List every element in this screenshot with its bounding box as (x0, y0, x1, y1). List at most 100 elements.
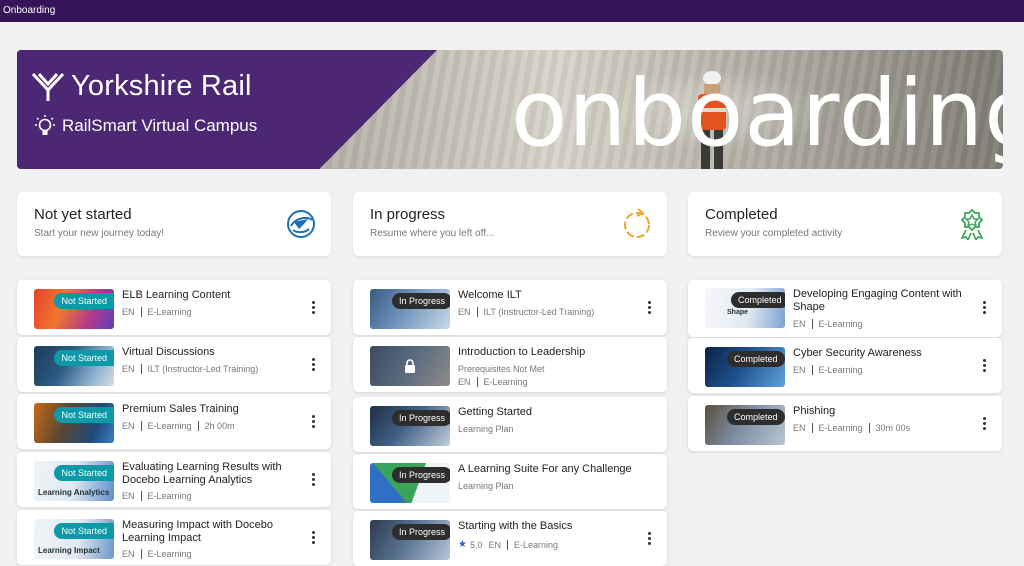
course-card[interactable]: Completed Cyber Security Awareness EN E-… (688, 338, 1002, 393)
more-options-icon[interactable] (983, 359, 986, 372)
course-card[interactable]: In Progress Starting with the Basics ★ 5… (353, 511, 667, 566)
more-options-icon[interactable] (312, 301, 315, 314)
course-kind: Learning Plan (458, 424, 514, 434)
more-options-icon[interactable] (312, 358, 315, 371)
hero-banner: Yorkshire Rail RailSmart Virtual Campus … (17, 50, 1003, 169)
course-title: Welcome ILT (458, 289, 522, 301)
status-badge: In Progress (392, 293, 450, 309)
more-options-icon[interactable] (648, 532, 651, 545)
app-title: Onboarding (3, 5, 56, 16)
course-thumbnail: Not Started (34, 346, 114, 386)
course-thumbnail: Completed (705, 347, 785, 387)
course-thumbnail: Completed Shape (705, 288, 785, 328)
course-card[interactable]: Not Started Learning Analytics Evaluatin… (17, 452, 331, 507)
course-type: E-Learning (147, 549, 192, 559)
course-card[interactable]: In Progress Welcome ILT EN ILT (Instruct… (353, 280, 667, 335)
course-rating: 5.0 (469, 539, 483, 550)
course-meta: EN ILT (Instructor-Led Training) (458, 307, 594, 317)
course-card[interactable]: Completed Phishing EN E-Learning 30m 00s (688, 396, 1002, 451)
course-language: EN (458, 377, 471, 387)
column-title: In progress (370, 206, 446, 223)
yorkshire-rail-logo-icon (31, 72, 65, 101)
course-language: EN (793, 365, 806, 375)
course-card[interactable]: In Progress A Learning Suite For any Cha… (353, 454, 667, 509)
course-type: E-Learning (818, 423, 863, 433)
course-thumbnail: Not Started (34, 403, 114, 443)
course-title: Cyber Security Awareness (793, 347, 922, 359)
course-card[interactable]: Introduction to Leadership Prerequisites… (353, 337, 667, 392)
course-title: Introduction to Leadership (458, 346, 586, 358)
course-duration: 2h 00m (204, 421, 235, 431)
status-badge: Not Started (54, 293, 114, 309)
course-title: ELB Learning Content (122, 289, 231, 301)
course-type: E-Learning (483, 377, 528, 387)
status-badge: In Progress (392, 467, 450, 483)
course-title: Virtual Discussions (122, 346, 215, 358)
more-options-icon[interactable] (312, 473, 315, 486)
more-options-icon[interactable] (312, 531, 315, 544)
course-thumbnail: In Progress (370, 406, 450, 446)
course-card[interactable]: Completed Shape Developing Engaging Cont… (688, 280, 1002, 337)
brand-logo: Yorkshire Rail (31, 70, 252, 103)
course-language: EN (793, 319, 806, 329)
more-options-icon[interactable] (983, 301, 986, 314)
column-subtitle: Resume where you left off... (370, 228, 495, 239)
course-language: EN (122, 549, 135, 559)
course-thumbnail (370, 346, 450, 386)
status-badge: Completed (727, 351, 785, 367)
campus-label: RailSmart Virtual Campus (34, 114, 257, 138)
course-language: EN (122, 491, 135, 501)
more-options-icon[interactable] (648, 301, 651, 314)
status-badge: Not Started (54, 465, 114, 481)
course-card[interactable]: Not Started Learning Impact Measuring Im… (17, 510, 331, 565)
column-header-not-started: Not yet started Start your new journey t… (17, 192, 331, 256)
thumbnail-caption: Shape (727, 309, 749, 316)
course-meta: EN E-Learning (122, 491, 192, 501)
banner-headline: onboarding (511, 60, 1003, 167)
course-thumbnail: In Progress (370, 520, 450, 560)
course-thumbnail: Not Started (34, 289, 114, 329)
course-card[interactable]: Not Started Premium Sales Training EN E-… (17, 394, 331, 449)
course-meta: EN E-Learning 30m 00s (793, 423, 910, 433)
prerequisites-status: Prerequisites Not Met (458, 364, 545, 374)
course-thumbnail: Not Started Learning Analytics (34, 461, 114, 501)
course-type: E-Learning (514, 539, 559, 550)
course-title: Developing Engaging Content with Shape (793, 288, 962, 313)
status-badge: Completed (731, 292, 785, 308)
course-duration: 30m 00s (875, 423, 911, 433)
status-badge: In Progress (392, 524, 450, 540)
course-type: ILT (Instructor-Led Training) (147, 364, 259, 374)
course-type: E-Learning (818, 319, 863, 329)
course-meta: EN E-Learning (122, 307, 192, 317)
course-type: E-Learning (147, 421, 192, 431)
more-options-icon[interactable] (312, 415, 315, 428)
campus-name: RailSmart Virtual Campus (62, 116, 258, 135)
course-type: E-Learning (147, 307, 192, 317)
course-language: EN (793, 423, 806, 433)
brand-name: Yorkshire Rail (71, 70, 252, 102)
plane-globe-icon (287, 210, 315, 238)
course-language: EN (122, 421, 135, 431)
status-badge: In Progress (392, 410, 450, 426)
course-thumbnail: Completed (705, 405, 785, 445)
course-thumbnail: In Progress (370, 463, 450, 503)
course-language: EN (122, 364, 135, 374)
column-header-completed: Completed Review your completed activity (688, 192, 1002, 256)
course-type: E-Learning (818, 365, 863, 375)
column-title: Completed (705, 206, 778, 223)
progress-circle-icon (624, 208, 650, 238)
course-card[interactable]: In Progress Getting Started Learning Pla… (353, 397, 667, 452)
course-title: Starting with the Basics (458, 520, 573, 532)
course-meta: EN E-Learning 2h 00m (122, 421, 235, 431)
more-options-icon[interactable] (983, 417, 986, 430)
course-card[interactable]: Not Started Virtual Discussions EN ILT (… (17, 337, 331, 392)
column-subtitle: Review your completed activity (705, 228, 843, 239)
course-card[interactable]: Not Started ELB Learning Content EN E-Le… (17, 280, 331, 335)
course-language: EN (122, 307, 135, 317)
column-subtitle: Start your new journey today! (34, 228, 165, 239)
course-meta: EN E-Learning (793, 365, 863, 375)
course-title: Evaluating Learning Results with Docebo … (122, 461, 282, 486)
course-meta: EN E-Learning (793, 319, 863, 329)
column-title: Not yet started (34, 206, 132, 223)
course-thumbnail: In Progress (370, 289, 450, 329)
